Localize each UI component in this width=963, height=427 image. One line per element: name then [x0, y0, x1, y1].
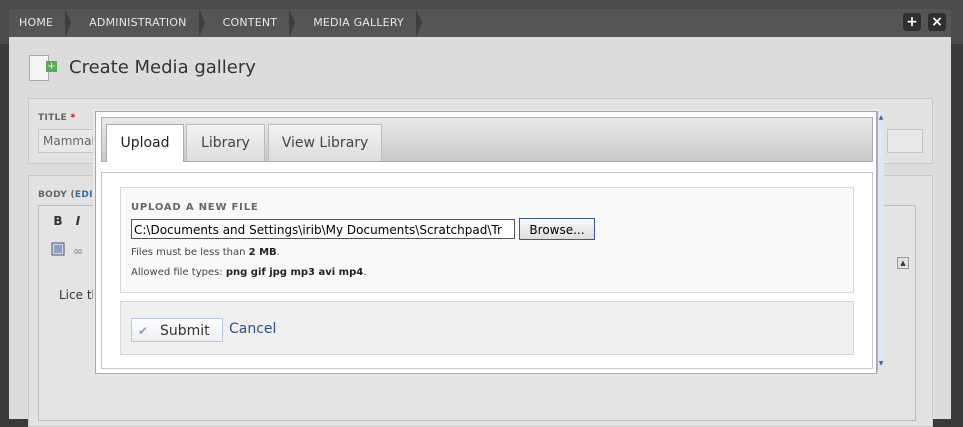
cancel-link[interactable]: Cancel	[229, 321, 276, 337]
italic-button[interactable]: I	[69, 212, 87, 230]
body-label: BODY (EDIT	[38, 190, 100, 200]
bold-button[interactable]: B	[49, 212, 67, 230]
breadcrumb-administration[interactable]: ADMINISTRATION	[75, 9, 208, 37]
tab-bar: Upload Library View Library	[101, 117, 873, 162]
upload-panel: UPLOAD A NEW FILE C:\Documents and Setti…	[101, 172, 873, 369]
dialog-resize-edge[interactable]: ▲ ▼	[877, 111, 884, 372]
upload-fieldset: UPLOAD A NEW FILE C:\Documents and Setti…	[120, 187, 854, 293]
close-icon[interactable]: ×	[928, 13, 946, 31]
breadcrumb-items: HOME ADMINISTRATION CONTENT MEDIA GALLER…	[9, 9, 426, 37]
editor-text: Lice th	[59, 288, 100, 302]
browse-button[interactable]: Browse...	[519, 218, 595, 240]
tab-library[interactable]: Library	[186, 124, 265, 161]
link-icon[interactable]: ∞	[69, 242, 87, 260]
upload-label: UPLOAD A NEW FILE	[131, 202, 259, 213]
file-size-help: Files must be less than 2 MB.	[131, 247, 280, 258]
scroll-down-arrow-icon[interactable]: ▼	[878, 361, 884, 367]
add-content-icon: +	[29, 55, 57, 81]
title-input[interactable]: Mammal	[38, 129, 99, 153]
image-icon[interactable]	[49, 242, 67, 260]
breadcrumb-home[interactable]: HOME	[9, 9, 75, 37]
scroll-up-icon[interactable]: ▲	[897, 257, 909, 269]
submit-button[interactable]: ✔ Submit	[131, 318, 223, 342]
scroll-up-arrow-icon[interactable]: ▲	[878, 115, 884, 121]
title-input-edge[interactable]	[887, 129, 923, 153]
file-types-help: Allowed file types: png gif jpg mp3 avi …	[131, 267, 367, 278]
submit-label: Submit	[160, 323, 210, 339]
tab-upload[interactable]: Upload	[106, 124, 184, 162]
form-actions: ✔ Submit Cancel	[120, 301, 854, 355]
file-path-input[interactable]: C:\Documents and Settings\irib\My Docume…	[131, 219, 515, 239]
breadcrumb-media-gallery[interactable]: MEDIA GALLERY	[299, 9, 426, 37]
add-icon[interactable]: +	[903, 13, 921, 31]
check-icon: ✔	[138, 324, 149, 338]
tab-view-library[interactable]: View Library	[268, 124, 382, 161]
page-title: Create Media gallery	[69, 57, 256, 78]
breadcrumb-content[interactable]: CONTENT	[209, 9, 300, 37]
media-browser-dialog: Upload Library View Library UPLOAD A NEW…	[95, 111, 877, 374]
title-label: TITLE *	[38, 113, 76, 123]
